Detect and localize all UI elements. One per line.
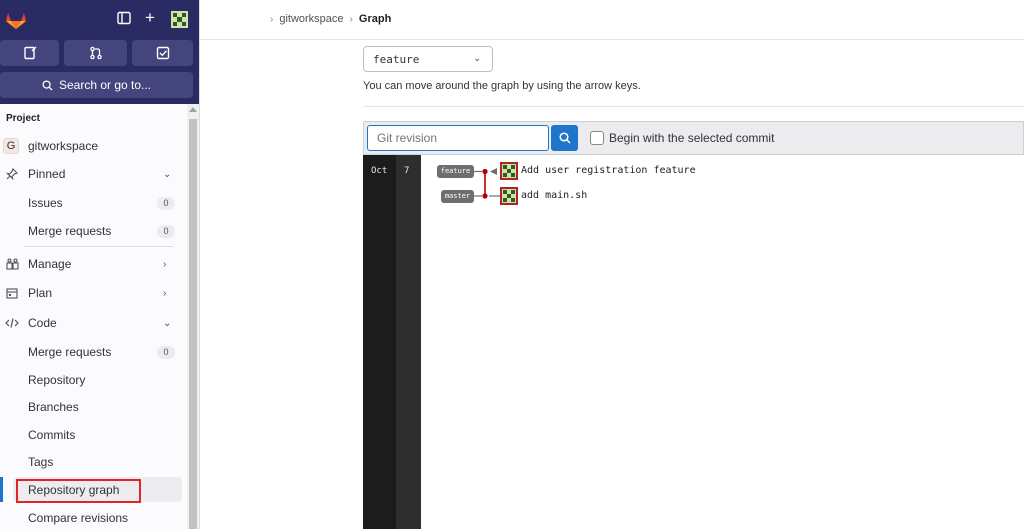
header-divider — [200, 39, 1024, 40]
count-badge: 0 — [157, 224, 175, 238]
sidebar-item-pinned[interactable]: Pinned ⌄ — [0, 163, 185, 185]
pin-icon — [5, 167, 19, 181]
chevron-right-icon: › — [270, 13, 274, 25]
search-or-go-to-button[interactable]: Search or go to... — [0, 72, 193, 98]
search-icon — [42, 79, 53, 91]
breadcrumb-project[interactable]: gitworkspace — [279, 13, 343, 25]
chevron-right-icon: › — [349, 13, 353, 25]
repository-graph-canvas[interactable] — [363, 155, 1024, 529]
sidebar-item-tags[interactable]: Tags — [0, 451, 185, 473]
sidebar-item-manage[interactable]: Manage › — [0, 253, 185, 275]
graph-navigation-hint: You can move around the graph by using t… — [363, 80, 641, 92]
todos-shortcut-button[interactable] — [132, 40, 193, 66]
graph-month-label: Oct — [371, 166, 388, 176]
tanuki-logo-icon[interactable] — [5, 10, 27, 30]
search-button-label: Search or go to... — [58, 78, 152, 92]
sidebar-item-label: Issues — [28, 196, 63, 210]
sidebar-item-label: Commits — [28, 428, 76, 442]
branch-dropdown-value: feature — [373, 53, 420, 66]
branch-dropdown[interactable]: feature ⌄ — [363, 46, 493, 72]
sidebar-item-label: Compare revisions — [28, 511, 129, 525]
head-pointer-icon — [490, 168, 497, 175]
project-avatar: G — [3, 138, 19, 154]
sidebar-item-code-merge-requests[interactable]: Merge requests 0 — [0, 341, 185, 363]
sidebar-item-label: Branches — [28, 400, 79, 414]
sidebar-item-label: Tags — [28, 455, 54, 469]
commit-message[interactable]: Add user registration feature — [521, 165, 696, 176]
sidebar-item-project[interactable]: G gitworkspace — [0, 135, 185, 157]
sidebar-item-compare-revisions[interactable]: Compare revisions — [0, 507, 185, 529]
chevron-down-icon: ⌄ — [163, 168, 172, 180]
chevron-right-icon: › — [163, 258, 167, 270]
calendar-icon — [5, 286, 19, 300]
merge-requests-shortcut-button[interactable] — [64, 40, 127, 66]
user-avatar-icon[interactable] — [171, 11, 188, 28]
sidebar-topbar: + Search or go to... — [0, 0, 199, 104]
content-divider — [363, 106, 1024, 107]
commit-author-avatar[interactable] — [500, 162, 518, 180]
todo-icon — [156, 46, 169, 60]
sidebar-item-label: Repository — [28, 373, 86, 387]
sidebar-item-code[interactable]: Code ⌄ — [0, 312, 185, 334]
code-label: Code — [28, 316, 57, 330]
sidebar: + Search or go to... Project G gitworksp… — [0, 0, 200, 529]
sidebar-item-branches[interactable]: Branches — [0, 396, 185, 418]
search-icon — [558, 132, 571, 144]
project-name: gitworkspace — [28, 139, 99, 153]
graph-day-label: 7 — [404, 166, 410, 176]
commit-dot[interactable] — [482, 193, 488, 199]
pinned-label: Pinned — [28, 167, 66, 181]
sidebar-item-issues[interactable]: Issues 0 — [0, 192, 185, 214]
sidebar-item-pinned-merge-requests[interactable]: Merge requests 0 — [0, 220, 185, 242]
breadcrumb: › gitworkspace › Graph — [270, 13, 391, 25]
users-icon — [5, 257, 19, 271]
count-badge: 0 — [157, 345, 175, 359]
annotation-highlight-box — [16, 479, 141, 503]
code-icon — [5, 316, 19, 330]
issues-shortcut-button[interactable] — [0, 40, 59, 66]
commit-dot[interactable] — [482, 168, 488, 175]
pinned-divider — [24, 246, 173, 247]
scroll-up-arrow-icon[interactable] — [189, 107, 197, 112]
sidebar-item-plan[interactable]: Plan › — [0, 282, 185, 304]
git-revision-input[interactable] — [367, 125, 549, 151]
sidebar-scrollbar-thumb[interactable] — [189, 119, 197, 529]
sidebar-toggle-icon[interactable] — [117, 11, 131, 29]
commit-message[interactable]: add main.sh — [521, 190, 587, 201]
manage-label: Manage — [28, 257, 72, 271]
plus-icon[interactable]: + — [145, 9, 155, 27]
plan-label: Plan — [28, 286, 53, 300]
chevron-right-icon: › — [163, 287, 167, 299]
branch-label-feature[interactable]: feature — [437, 165, 474, 178]
sidebar-item-label: Merge requests — [28, 345, 112, 359]
count-badge: 0 — [157, 196, 175, 210]
commit-author-avatar[interactable] — [500, 187, 518, 205]
sidebar-item-repository[interactable]: Repository — [0, 369, 185, 391]
issues-icon — [23, 46, 36, 60]
project-section-title: Project — [6, 113, 40, 124]
sidebar-item-label: Merge requests — [28, 224, 112, 238]
merge-request-icon — [89, 46, 102, 60]
begin-with-selected-commit-label[interactable]: Begin with the selected commit — [609, 131, 774, 145]
sidebar-item-commits[interactable]: Commits — [0, 424, 185, 446]
revision-search-button[interactable] — [551, 125, 578, 151]
breadcrumb-current[interactable]: Graph — [359, 13, 391, 25]
graph-month-column — [363, 155, 396, 529]
begin-with-selected-commit-checkbox[interactable] — [590, 131, 604, 145]
chevron-down-icon: ⌄ — [473, 53, 482, 64]
chevron-down-icon: ⌄ — [163, 317, 172, 329]
graph-day-column — [396, 155, 421, 529]
